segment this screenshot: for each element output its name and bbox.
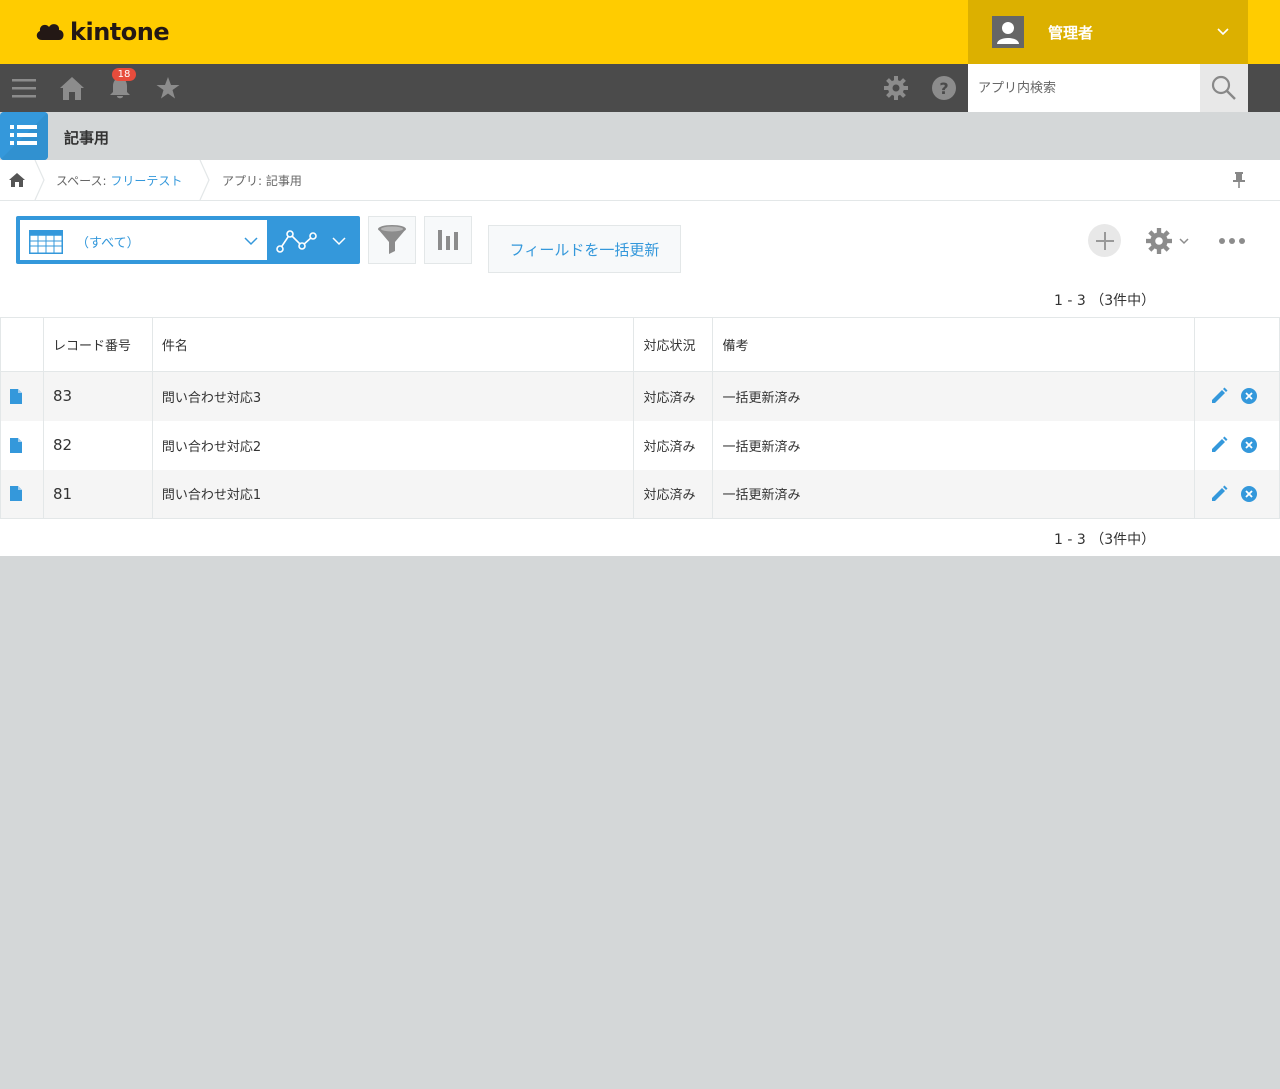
record-detail-icon[interactable]: [10, 486, 22, 502]
record-note: 一括更新済み: [712, 469, 1196, 519]
record-status: 対応済み: [633, 420, 714, 470]
breadcrumb-space-prefix: スペース:: [56, 174, 111, 188]
notification-badge: 18: [112, 68, 136, 81]
help-icon[interactable]: ?: [932, 76, 956, 100]
add-record-button[interactable]: [1088, 224, 1121, 257]
record-detail-cell[interactable]: [0, 469, 44, 519]
gear-icon[interactable]: [884, 76, 908, 100]
table-row: 81 問い合わせ対応1 対応済み 一括更新済み: [0, 469, 1280, 519]
table-header-blank: [0, 317, 44, 372]
breadcrumb-space-link[interactable]: フリーテスト: [110, 174, 182, 188]
app-list-icon[interactable]: [0, 112, 48, 160]
app-settings-gear-icon[interactable]: [1146, 228, 1172, 254]
kintone-logo[interactable]: kintone: [34, 17, 170, 47]
delete-circle-icon[interactable]: [1241, 485, 1258, 502]
logo-text: kintone: [70, 18, 170, 46]
record-detail-cell[interactable]: [0, 371, 44, 421]
record-number: 83: [42, 371, 153, 421]
pager-bottom: 1 - 3 （3件中）: [1054, 532, 1156, 548]
edit-pencil-icon[interactable]: [1210, 436, 1228, 454]
table-row: 82 問い合わせ対応2 対応済み 一括更新済み: [0, 420, 1280, 470]
record-table: レコード番号 件名 対応状況 備考 83 問い合わせ対応3 対応済み 一括更新済…: [0, 317, 1280, 519]
record-status: 対応済み: [633, 469, 714, 519]
breadcrumb-home-icon[interactable]: [9, 172, 25, 188]
column-header-status[interactable]: 対応状況: [633, 317, 714, 372]
graph-view-icon[interactable]: [276, 227, 318, 255]
breadcrumb-space: スペース: フリーテスト: [56, 172, 182, 189]
user-menu[interactable]: 管理者: [968, 0, 1248, 64]
chevron-down-icon[interactable]: [1179, 237, 1189, 245]
record-detail-icon[interactable]: [10, 388, 22, 404]
edit-pencil-icon[interactable]: [1210, 485, 1228, 503]
search-button[interactable]: [1200, 64, 1248, 112]
record-note: 一括更新済み: [712, 371, 1196, 421]
more-options-icon[interactable]: [1218, 236, 1246, 246]
chevron-down-icon: [1217, 28, 1229, 36]
delete-circle-icon[interactable]: [1241, 388, 1258, 405]
app-title: 記事用: [64, 129, 110, 147]
record-actions: [1194, 371, 1280, 421]
svg-text:?: ?: [939, 79, 948, 98]
record-detail-icon[interactable]: [10, 437, 22, 453]
user-avatar-icon: [992, 16, 1024, 48]
record-actions: [1194, 469, 1280, 519]
home-icon[interactable]: [60, 76, 84, 100]
record-subject: 問い合わせ対応2: [151, 420, 635, 470]
column-header-record-number[interactable]: レコード番号: [42, 317, 153, 372]
filter-icon: [378, 225, 406, 254]
record-number: 82: [42, 420, 153, 470]
menu-icon[interactable]: [12, 76, 36, 100]
record-subject: 問い合わせ対応3: [151, 371, 635, 421]
table-header-actions: [1194, 317, 1280, 372]
breadcrumb-separator-icon: [199, 160, 210, 200]
graph-button[interactable]: [424, 216, 472, 264]
chevron-down-icon: [244, 237, 258, 246]
breadcrumb-separator-icon: [34, 160, 45, 200]
star-icon[interactable]: [156, 76, 180, 100]
record-subject: 問い合わせ対応1: [151, 469, 635, 519]
table-row: 83 問い合わせ対応3 対応済み 一括更新済み: [0, 371, 1280, 421]
table-header-row: レコード番号 件名 対応状況 備考: [0, 317, 1280, 372]
breadcrumb-app: アプリ: 記事用: [222, 174, 302, 188]
column-header-subject[interactable]: 件名: [151, 317, 635, 372]
user-name: 管理者: [1048, 24, 1094, 42]
bulk-update-button[interactable]: フィールドを一括更新: [488, 225, 681, 273]
filter-button[interactable]: [368, 216, 416, 264]
delete-circle-icon[interactable]: [1241, 437, 1258, 453]
record-number: 81: [42, 469, 153, 519]
table-view-icon: [29, 230, 63, 254]
plus-icon: [1095, 231, 1114, 250]
column-header-note[interactable]: 備考: [712, 317, 1196, 372]
pager-top: 1 - 3 （3件中）: [1054, 293, 1156, 309]
app-title-bar: [0, 112, 1280, 160]
record-note: 一括更新済み: [712, 420, 1196, 470]
bar-chart-icon: [438, 230, 458, 250]
cloud-logo-icon: [36, 24, 64, 40]
breadcrumb: [0, 160, 1280, 201]
search-icon: [1211, 75, 1236, 100]
pin-icon[interactable]: [1232, 171, 1246, 189]
view-name: （すべて）: [76, 236, 140, 251]
record-detail-cell[interactable]: [0, 420, 44, 470]
record-actions: [1194, 420, 1280, 470]
record-status: 対応済み: [633, 371, 714, 421]
app-search-input[interactable]: [968, 64, 1200, 112]
edit-pencil-icon[interactable]: [1210, 387, 1228, 405]
chevron-down-icon[interactable]: [332, 236, 346, 246]
